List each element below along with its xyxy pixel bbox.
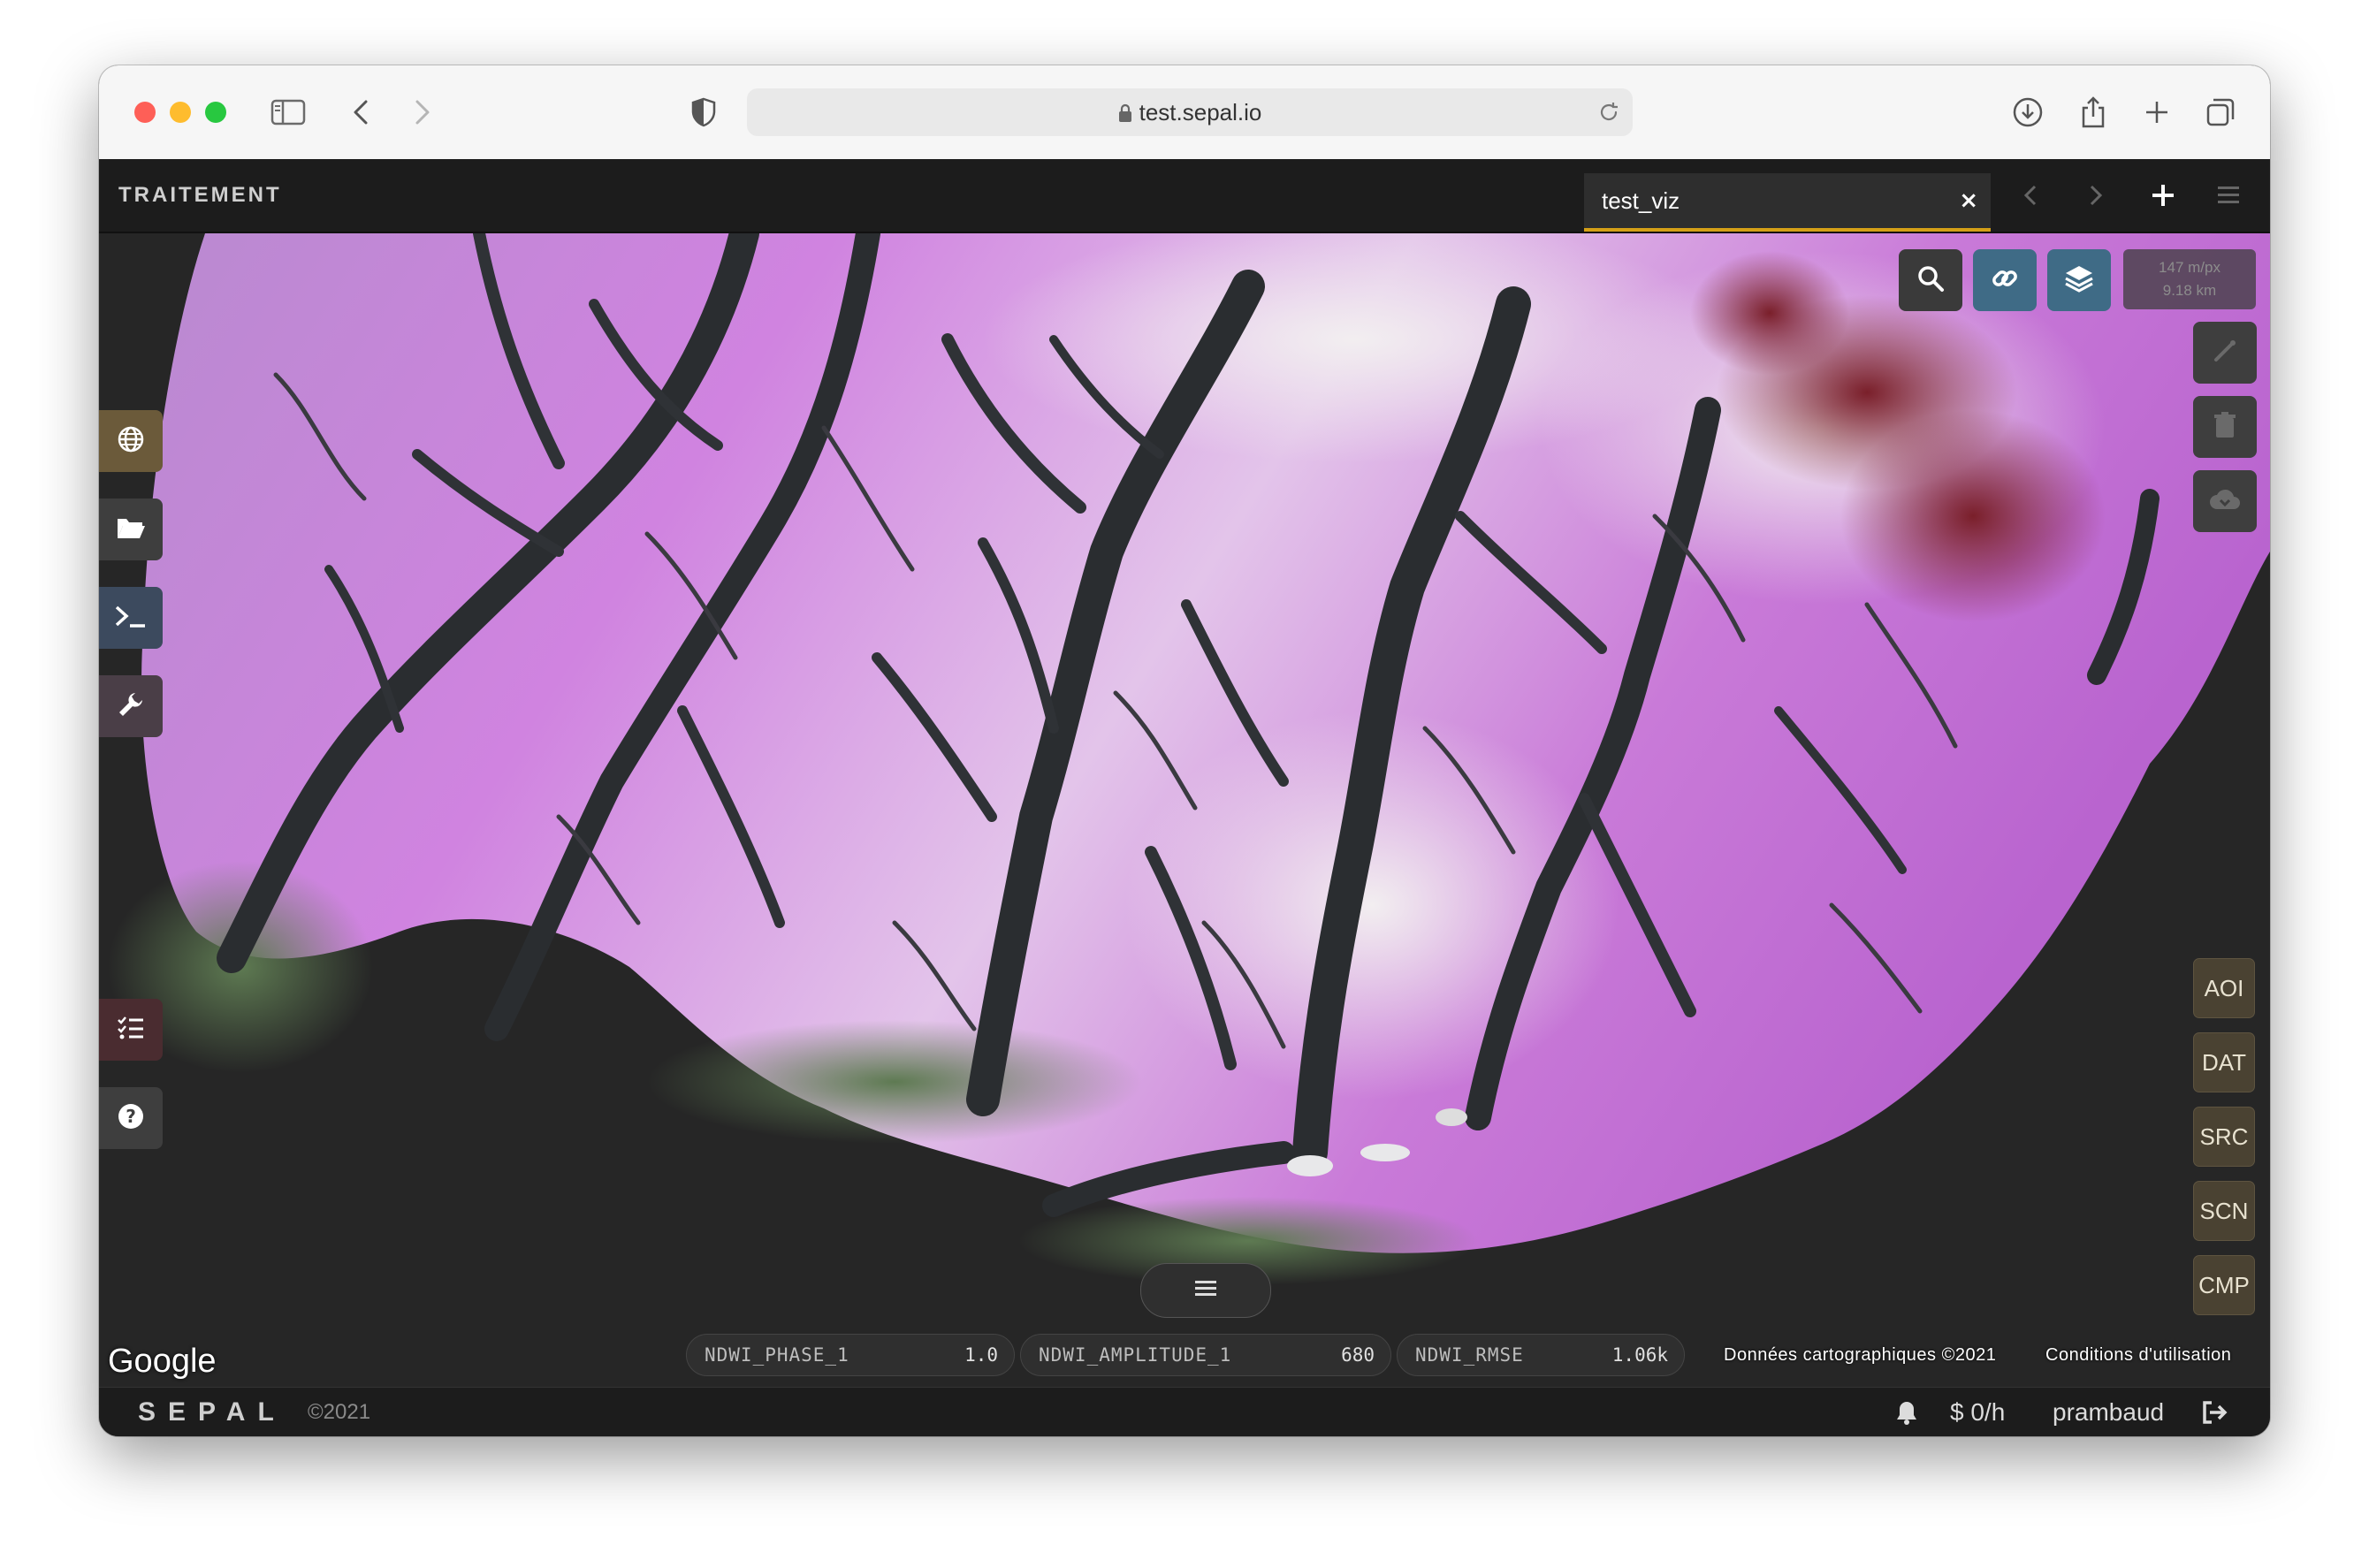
draw-button[interactable] xyxy=(2193,322,2257,384)
browser-toolbar: test.sepal.io xyxy=(99,65,2270,160)
link-icon xyxy=(1990,263,2020,297)
browser-window: test.sepal.io TRAITEMENT test_viz × 147 … xyxy=(99,65,2270,1436)
terminal-icon xyxy=(114,604,148,632)
layers-icon xyxy=(2063,263,2095,297)
user-menu[interactable]: prambaud xyxy=(2053,1388,2164,1436)
close-window-button[interactable] xyxy=(134,102,156,123)
scale-resolution: 147 m/px xyxy=(2159,259,2220,276)
reload-icon[interactable] xyxy=(1596,99,1622,126)
zoom-window-button[interactable] xyxy=(205,102,226,123)
task-list-icon xyxy=(117,1016,145,1044)
layers-button[interactable] xyxy=(2047,249,2111,311)
terminal-section-button[interactable] xyxy=(99,587,163,649)
aoi-panel-button[interactable]: AOI xyxy=(2193,958,2255,1018)
share-icon[interactable] xyxy=(2076,95,2111,130)
band-name: NDWI_RMSE xyxy=(1415,1344,1524,1366)
hamburger-icon xyxy=(1194,1279,1217,1302)
app-footer: SEPAL ©2021 $ 0/h prambaud xyxy=(99,1387,2270,1436)
url-label: test.sepal.io xyxy=(1139,99,1262,126)
map-section-button[interactable] xyxy=(99,410,163,472)
map-scale: 147 m/px 9.18 km xyxy=(2123,249,2256,309)
tasks-button[interactable] xyxy=(99,999,163,1061)
svg-text:?: ? xyxy=(126,1106,136,1127)
dat-panel-button[interactable]: DAT xyxy=(2193,1032,2255,1092)
logout-icon[interactable] xyxy=(2201,1400,2228,1425)
trash-icon xyxy=(2213,411,2237,443)
download-icon[interactable] xyxy=(2010,95,2045,130)
app-header: TRAITEMENT test_viz × xyxy=(99,159,2270,233)
cost-indicator[interactable]: $ 0/h xyxy=(1950,1388,2005,1436)
chevron-left-icon[interactable] xyxy=(2008,173,2053,217)
band-value: 680 xyxy=(1341,1344,1375,1366)
satellite-imagery xyxy=(108,233,2270,1285)
forward-icon[interactable] xyxy=(405,95,440,130)
tab-label: test_viz xyxy=(1602,187,1680,214)
shield-icon[interactable] xyxy=(686,95,721,130)
help-button[interactable]: ? xyxy=(99,1087,163,1149)
bell-icon[interactable] xyxy=(1895,1400,1918,1425)
sepal-logo[interactable]: SEPAL xyxy=(138,1388,286,1436)
scale-distance: 9.18 km xyxy=(2162,282,2217,299)
chevron-right-icon[interactable] xyxy=(2074,173,2118,217)
search-button[interactable] xyxy=(1899,249,1962,311)
src-panel-button[interactable]: SRC xyxy=(2193,1107,2255,1167)
band-value: 1.0 xyxy=(964,1344,998,1366)
tabs-overview-icon[interactable] xyxy=(2203,95,2238,130)
help-icon: ? xyxy=(117,1102,145,1134)
sidebar-icon[interactable] xyxy=(270,95,306,130)
plus-icon[interactable] xyxy=(2141,173,2185,217)
globe-icon xyxy=(117,425,145,457)
scn-panel-button[interactable]: SCN xyxy=(2193,1181,2255,1241)
band-chip-ndwi-amplitude: NDWI_AMPLITUDE_1 680 xyxy=(1020,1334,1391,1376)
folder-icon xyxy=(116,515,146,544)
cloud-download-button[interactable] xyxy=(2193,470,2257,532)
lock-icon xyxy=(1118,91,1132,139)
band-value: 1.06k xyxy=(1611,1344,1668,1366)
cmp-panel-button[interactable]: CMP xyxy=(2193,1255,2255,1315)
map-view[interactable]: 147 m/px 9.18 km ? AOI DAT SRC SCN CMP G… xyxy=(99,233,2270,1387)
back-icon[interactable] xyxy=(343,95,378,130)
tools-section-button[interactable] xyxy=(99,675,163,737)
legend-toggle-button[interactable] xyxy=(1140,1263,1271,1318)
new-tab-icon[interactable] xyxy=(2139,95,2175,130)
band-chip-ndwi-phase: NDWI_PHASE_1 1.0 xyxy=(686,1334,1015,1376)
address-bar[interactable]: test.sepal.io xyxy=(747,88,1633,136)
browse-section-button[interactable] xyxy=(99,499,163,560)
minimize-window-button[interactable] xyxy=(170,102,191,123)
delete-button[interactable] xyxy=(2193,396,2257,458)
copyright: ©2021 xyxy=(308,1400,371,1424)
band-chip-ndwi-rmse: NDWI_RMSE 1.06k xyxy=(1397,1334,1685,1376)
cloud-download-icon xyxy=(2208,486,2242,516)
link-button[interactable] xyxy=(1973,249,2037,311)
wrench-icon xyxy=(117,690,145,722)
url-text: test.sepal.io xyxy=(747,88,1633,139)
menu-icon[interactable] xyxy=(2206,173,2251,217)
section-title: TRAITEMENT xyxy=(118,183,282,207)
band-name: NDWI_PHASE_1 xyxy=(705,1344,849,1366)
tab-test-viz[interactable]: test_viz × xyxy=(1584,173,1991,232)
search-icon xyxy=(1916,263,1946,297)
band-name: NDWI_AMPLITUDE_1 xyxy=(1039,1344,1232,1366)
terms-link[interactable]: Conditions d'utilisation xyxy=(2045,1345,2231,1366)
draw-icon xyxy=(2211,337,2239,369)
google-logo: Google xyxy=(108,1343,217,1380)
map-data-attribution: Données cartographiques ©2021 xyxy=(1724,1345,1997,1365)
close-tab-icon[interactable]: × xyxy=(1959,173,1978,228)
